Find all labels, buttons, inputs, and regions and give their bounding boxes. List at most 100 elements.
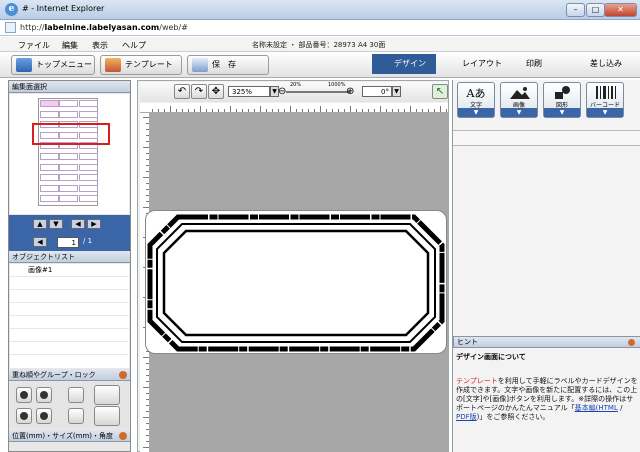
top-menu-button[interactable]: トップメニュー <box>11 55 95 75</box>
chevron-down-icon[interactable]: ▼ <box>392 86 401 97</box>
label-cell[interactable] <box>78 100 98 107</box>
close-button[interactable]: ✕ <box>604 3 637 17</box>
label-cell[interactable] <box>59 100 79 107</box>
image-icon <box>510 87 530 99</box>
hint-title: ヒント <box>457 338 478 346</box>
menu-edit[interactable]: 編集 <box>62 40 78 51</box>
chevron-down-icon: ▼ <box>587 108 623 117</box>
tab-merge-label: 差し込み <box>590 59 622 68</box>
order-lock-buttons <box>10 382 129 428</box>
down-arrow-icon[interactable]: ▼ <box>49 219 63 229</box>
bring-front-button[interactable] <box>16 387 32 403</box>
menu-file[interactable]: ファイル <box>18 40 50 51</box>
undo-icon[interactable]: ↶ <box>174 84 190 99</box>
group-image-button[interactable] <box>94 385 120 405</box>
maximize-button[interactable]: □ <box>586 3 605 17</box>
collapse-icon[interactable] <box>119 371 127 379</box>
right-arrow-icon[interactable]: ▶ <box>87 219 101 229</box>
unlock-button[interactable] <box>68 408 84 424</box>
template-link[interactable]: テンプレート <box>456 377 498 385</box>
label-cell[interactable] <box>40 110 59 118</box>
redo-icon[interactable]: ↷ <box>191 84 207 99</box>
hint-header[interactable]: ヒント <box>453 336 640 348</box>
zoom-select[interactable]: 325% <box>228 86 270 97</box>
bring-forward-button[interactable] <box>36 387 52 403</box>
prev-page-button[interactable]: ◀ <box>33 237 47 247</box>
list-item-empty <box>10 277 129 290</box>
label-cell[interactable] <box>78 110 98 118</box>
zoom-in-icon[interactable]: ⊕ <box>346 86 354 97</box>
tab-print[interactable]: 印刷 <box>504 54 564 74</box>
insert-image-button[interactable]: 画像 ▼ <box>500 82 538 118</box>
tab-merge[interactable]: 差し込み <box>568 54 638 74</box>
manual-html-link[interactable]: 基本編(HTML <box>575 404 618 412</box>
fit-icon[interactable]: ✥ <box>208 84 224 99</box>
page-select-header[interactable]: 編集面選択 <box>9 81 130 93</box>
list-item-empty <box>10 290 129 303</box>
manual-pdf-link[interactable]: PDF版 <box>456 413 477 421</box>
label-cell[interactable] <box>40 153 59 160</box>
chevron-down-icon: ▼ <box>458 108 494 117</box>
save-button[interactable]: 保 存 <box>187 55 269 75</box>
label-cell[interactable] <box>78 174 98 182</box>
label-canvas[interactable] <box>145 210 447 354</box>
list-item-empty <box>10 342 129 355</box>
label-cell[interactable] <box>59 174 79 182</box>
top-menu-label: トップメニュー <box>36 60 92 69</box>
hint-body: テンプレートを利用して手軽にラベルやカードデザインを作成できます。文字や画像を新… <box>456 377 638 422</box>
address-bar[interactable]: http://labelnine.labelyasan.com/web/# <box>0 20 640 36</box>
lock-header[interactable]: 重ね順やグループ・ロック <box>9 369 130 381</box>
insert-shape-button[interactable]: 図形 ▼ <box>543 82 581 118</box>
send-backward-button[interactable] <box>36 408 52 424</box>
tab-layout[interactable]: レイアウト <box>440 54 502 74</box>
ie-icon: e <box>5 3 18 16</box>
pointer-icon[interactable]: ↖ <box>432 84 448 99</box>
lock-title: 重ね順やグループ・ロック <box>12 371 96 379</box>
hint-separator: / <box>617 404 623 412</box>
menu-help[interactable]: ヘルプ <box>122 40 146 51</box>
label-cell[interactable] <box>59 163 79 171</box>
zoom-slider[interactable] <box>286 91 350 93</box>
label-cell[interactable] <box>40 184 59 192</box>
send-back-button[interactable] <box>16 408 32 424</box>
rotation-select[interactable]: 0° <box>362 86 392 97</box>
left-arrow-icon[interactable]: ◀ <box>71 219 85 229</box>
octagon-frame-image[interactable] <box>146 211 448 355</box>
label-cell[interactable] <box>59 110 79 118</box>
label-cell[interactable] <box>40 195 59 203</box>
label-cell[interactable] <box>40 100 59 107</box>
template-button[interactable]: テンプレート <box>100 55 182 75</box>
label-cell[interactable] <box>59 184 79 192</box>
label-cell[interactable] <box>40 163 59 171</box>
collapse-icon[interactable] <box>119 432 127 440</box>
label-cell[interactable] <box>40 174 59 182</box>
position-size-header[interactable]: 位置(mm)・サイズ(mm)・角度 <box>9 430 130 442</box>
tab-design[interactable]: デザイン <box>372 54 436 74</box>
page-select-title: 編集面選択 <box>12 83 47 91</box>
menu-view[interactable]: 表示 <box>92 40 108 51</box>
insert-text-button[interactable]: Aあ 文字 ▼ <box>457 82 495 118</box>
list-item-empty <box>10 303 129 316</box>
text-icon: Aあ <box>466 87 486 100</box>
minimize-button[interactable]: – <box>566 3 585 17</box>
up-arrow-icon[interactable]: ▲ <box>33 219 47 229</box>
left-panel: 編集面選択 ▲ ▼ ◀ ▶ ◀ 1 / 1 オブジェクトリスト 画像#1 重ね順… <box>8 80 131 452</box>
list-item[interactable]: 画像#1 <box>10 264 129 277</box>
page-navigator: ▲ ▼ ◀ ▶ ◀ 1 / 1 <box>9 215 130 251</box>
lock-button[interactable] <box>68 387 84 403</box>
object-list-header[interactable]: オブジェクトリスト <box>9 251 130 263</box>
position-size-title: 位置(mm)・サイズ(mm)・角度 <box>12 432 113 440</box>
ungroup-image-button[interactable] <box>94 406 120 426</box>
label-cell[interactable] <box>78 195 98 203</box>
window-title: # - Internet Explorer <box>22 4 105 13</box>
insert-barcode-button[interactable]: バーコード ▼ <box>586 82 624 118</box>
label-cell[interactable] <box>78 163 98 171</box>
sheet-thumbnail[interactable] <box>38 98 98 206</box>
label-cell[interactable] <box>59 153 79 160</box>
selected-label-highlight <box>32 123 110 145</box>
page-number-input[interactable]: 1 <box>57 237 79 248</box>
label-cell[interactable] <box>78 153 98 160</box>
label-cell[interactable] <box>59 195 79 203</box>
label-cell[interactable] <box>78 184 98 192</box>
object-list-title: オブジェクトリスト <box>12 253 75 261</box>
